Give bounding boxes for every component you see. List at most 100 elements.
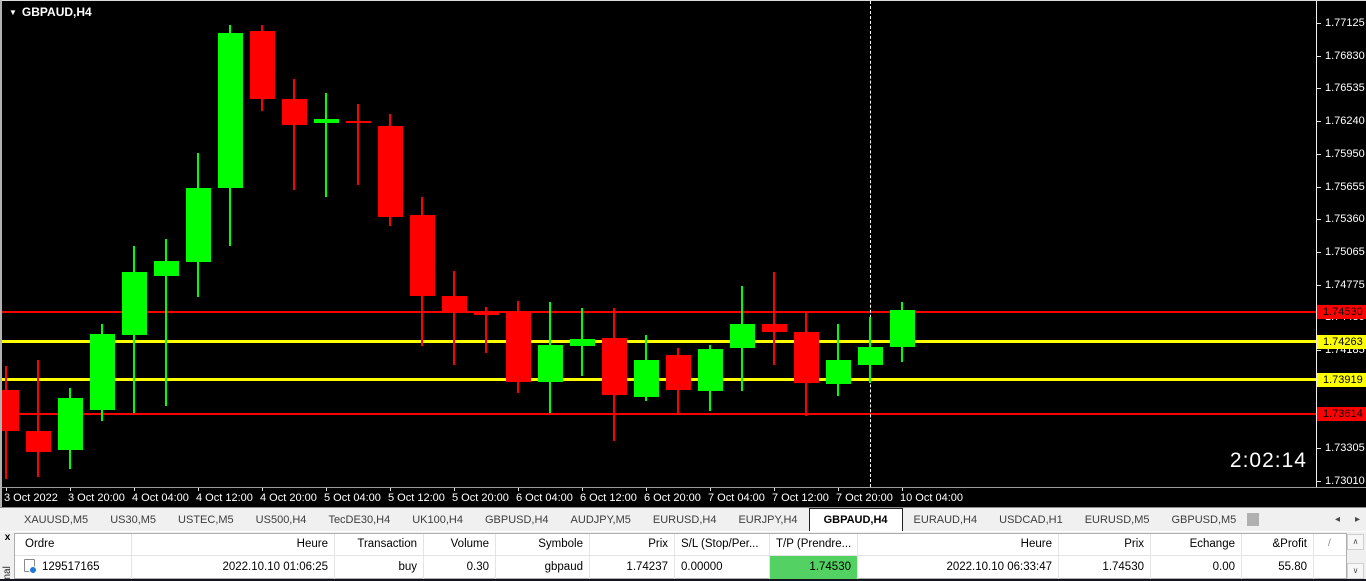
order-cell-6: 0.00000	[675, 556, 770, 579]
time-axis-label: 6 Oct 04:00	[516, 492, 573, 504]
order-cell-3: 0.30	[424, 556, 496, 579]
candle-body	[282, 98, 307, 126]
tab-ustec-m5[interactable]: USTEC,M5	[167, 508, 245, 531]
time-axis-tick	[518, 488, 519, 491]
candle-body	[90, 333, 115, 410]
column-header-7: T/P (Prendre...	[770, 534, 858, 555]
candle-body	[858, 347, 883, 366]
time-axis-label: 5 Oct 04:00	[324, 492, 381, 504]
chart-symbol-label: ▼ GBPAUD,H4	[9, 5, 92, 19]
candle-body	[538, 345, 563, 382]
candle-body	[506, 311, 531, 383]
candle-body	[122, 272, 147, 336]
terminal-scrollbar[interactable]: ∧ ∨	[1347, 534, 1364, 579]
order-cell-4: gbpaud	[496, 556, 590, 579]
price-axis-label: 1.75950	[1325, 147, 1365, 160]
chart-window: ▼ GBPAUD,H4 2:02:14 1.77125 1.76830 1.76535…	[0, 0, 1366, 507]
time-axis-tick	[70, 488, 71, 491]
candle-wick	[357, 103, 359, 185]
row-filler	[1314, 556, 1346, 579]
tab-gbpusd-h4[interactable]: GBPUSD,H4	[474, 508, 560, 531]
tab-scroll-left-icon[interactable]: ◂	[1335, 514, 1340, 525]
tab-audjpy-m5[interactable]: AUDJPY,M5	[560, 508, 642, 531]
chart-tab-bar: XAUUSD,M5 US30,M5 USTEC,M5 US500,H4 TecDE30,…	[0, 507, 1366, 531]
chart-symbol-text: GBPAUD,H4	[21, 5, 92, 19]
tab-tecde30-h4[interactable]: TecDE30,H4	[317, 508, 401, 531]
price-axis-tick	[1317, 22, 1321, 24]
scroll-down-icon[interactable]: ∨	[1347, 563, 1364, 579]
tab-scroll-arrows: ◂ ▸	[1335, 508, 1360, 531]
candle-body	[250, 30, 275, 99]
time-axis-label: 6 Oct 20:00	[644, 492, 701, 504]
scroll-up-icon[interactable]: ∧	[1347, 534, 1364, 550]
horizontal-line-1.73614[interactable]	[2, 412, 1316, 415]
price-axis-label: 1.76535	[1325, 82, 1365, 95]
tab-separator	[1258, 513, 1260, 526]
tab-euraud-h4[interactable]: EURAUD,H4	[903, 508, 989, 531]
candle-body	[2, 390, 19, 431]
tab-xauusd-m5[interactable]: XAUUSD,M5	[13, 508, 99, 531]
order-cell-9: 1.74530	[1059, 556, 1151, 579]
column-header-8: Heure	[858, 534, 1059, 555]
mt4-window: ▼ GBPAUD,H4 2:02:14 1.77125 1.76830 1.76535…	[0, 0, 1366, 581]
time-axis-label: 5 Oct 12:00	[388, 492, 445, 504]
time-axis-label: 7 Oct 04:00	[708, 492, 765, 504]
horizontal-line-1.74263[interactable]	[2, 340, 1316, 343]
time-axis-tick	[454, 488, 455, 491]
price-line-label: 1.74263	[1317, 334, 1366, 349]
column-header-4: Symbole	[496, 534, 590, 555]
order-cell-1: 2022.10.10 01:06:25	[132, 556, 335, 579]
candle-body	[58, 397, 83, 451]
terminal-panel: x Terminal OrdreHeureTransactionVolumeSy…	[0, 531, 1366, 581]
tab-eurusd-m5[interactable]: EURUSD,M5	[1074, 508, 1161, 531]
terminal-close-button[interactable]: x	[2, 532, 13, 544]
tab-scroll-right-icon[interactable]: ▸	[1355, 514, 1360, 525]
time-axis[interactable]: 3 Oct 2022 3 Oct 20:00 4 Oct 04:00 4 Oct 12…	[2, 487, 1366, 507]
order-cell-7: 1.74530	[770, 556, 858, 579]
candle-body	[474, 311, 499, 315]
terminal-panel-label: Terminal	[2, 566, 13, 579]
tab-us500-h4[interactable]: US500,H4	[245, 508, 318, 531]
candle-body	[602, 337, 627, 395]
column-header-5: Prix	[590, 534, 675, 555]
time-axis-tick	[902, 488, 903, 491]
price-axis-label: 1.76240	[1325, 115, 1365, 128]
tab-uk100-h4[interactable]: UK100,H4	[401, 508, 474, 531]
order-row[interactable]: 129517165 2022.10.10 01:06:25 buy 0.30 gbpau…	[15, 556, 1346, 579]
column-header-2: Transaction	[335, 534, 424, 555]
candle-body	[410, 214, 435, 296]
candlestick-chart[interactable]: ▼ GBPAUD,H4 2:02:14	[2, 1, 1316, 487]
candle-body	[634, 360, 659, 397]
column-header-6: S/L (Stop/Per...	[675, 534, 770, 555]
candle-body	[794, 331, 819, 384]
time-axis-tick	[134, 488, 135, 491]
horizontal-line-1.73919[interactable]	[2, 378, 1316, 382]
period-separator-line	[870, 1, 871, 487]
horizontal-line-1.74530[interactable]	[2, 310, 1316, 313]
tab-us30-m5[interactable]: US30,M5	[99, 508, 167, 531]
tab-gbpaud-h4[interactable]: GBPAUD,H4	[808, 508, 903, 531]
candle-wick	[453, 271, 455, 366]
candle-body	[186, 187, 211, 263]
chart-dropdown-icon: ▼	[9, 8, 17, 17]
tab-usdcad-h1[interactable]: USDCAD,H1	[988, 508, 1074, 531]
price-line-label: 1.73614	[1317, 406, 1366, 421]
tab-eurjpy-h4[interactable]: EURJPY,H4	[727, 508, 808, 531]
time-axis-tick	[838, 488, 839, 491]
column-header-9: Prix	[1059, 534, 1151, 555]
price-axis-label: 1.75655	[1325, 180, 1365, 193]
profit-sort-indicator: /	[1328, 538, 1331, 549]
tab-gbpusd-m5[interactable]: GBPUSD,M5	[1161, 508, 1248, 531]
candle-body	[762, 323, 787, 333]
terminal-side-strip: x Terminal	[0, 532, 14, 579]
tab-eurusd-h4[interactable]: EURUSD,H4	[642, 508, 728, 531]
candle-body	[314, 118, 339, 124]
order-cell-2: buy	[335, 556, 424, 579]
order-cell-8: 2022.10.10 06:33:47	[858, 556, 1059, 579]
order-document-icon	[24, 559, 37, 574]
price-axis[interactable]: 1.77125 1.76830 1.76535 1.76240 1.75950 1.756…	[1316, 1, 1366, 487]
price-axis-tick	[1317, 219, 1321, 221]
price-axis-tick	[1317, 55, 1321, 57]
time-axis-label: 7 Oct 12:00	[772, 492, 829, 504]
order-cell-5: 1.74237	[590, 556, 675, 579]
